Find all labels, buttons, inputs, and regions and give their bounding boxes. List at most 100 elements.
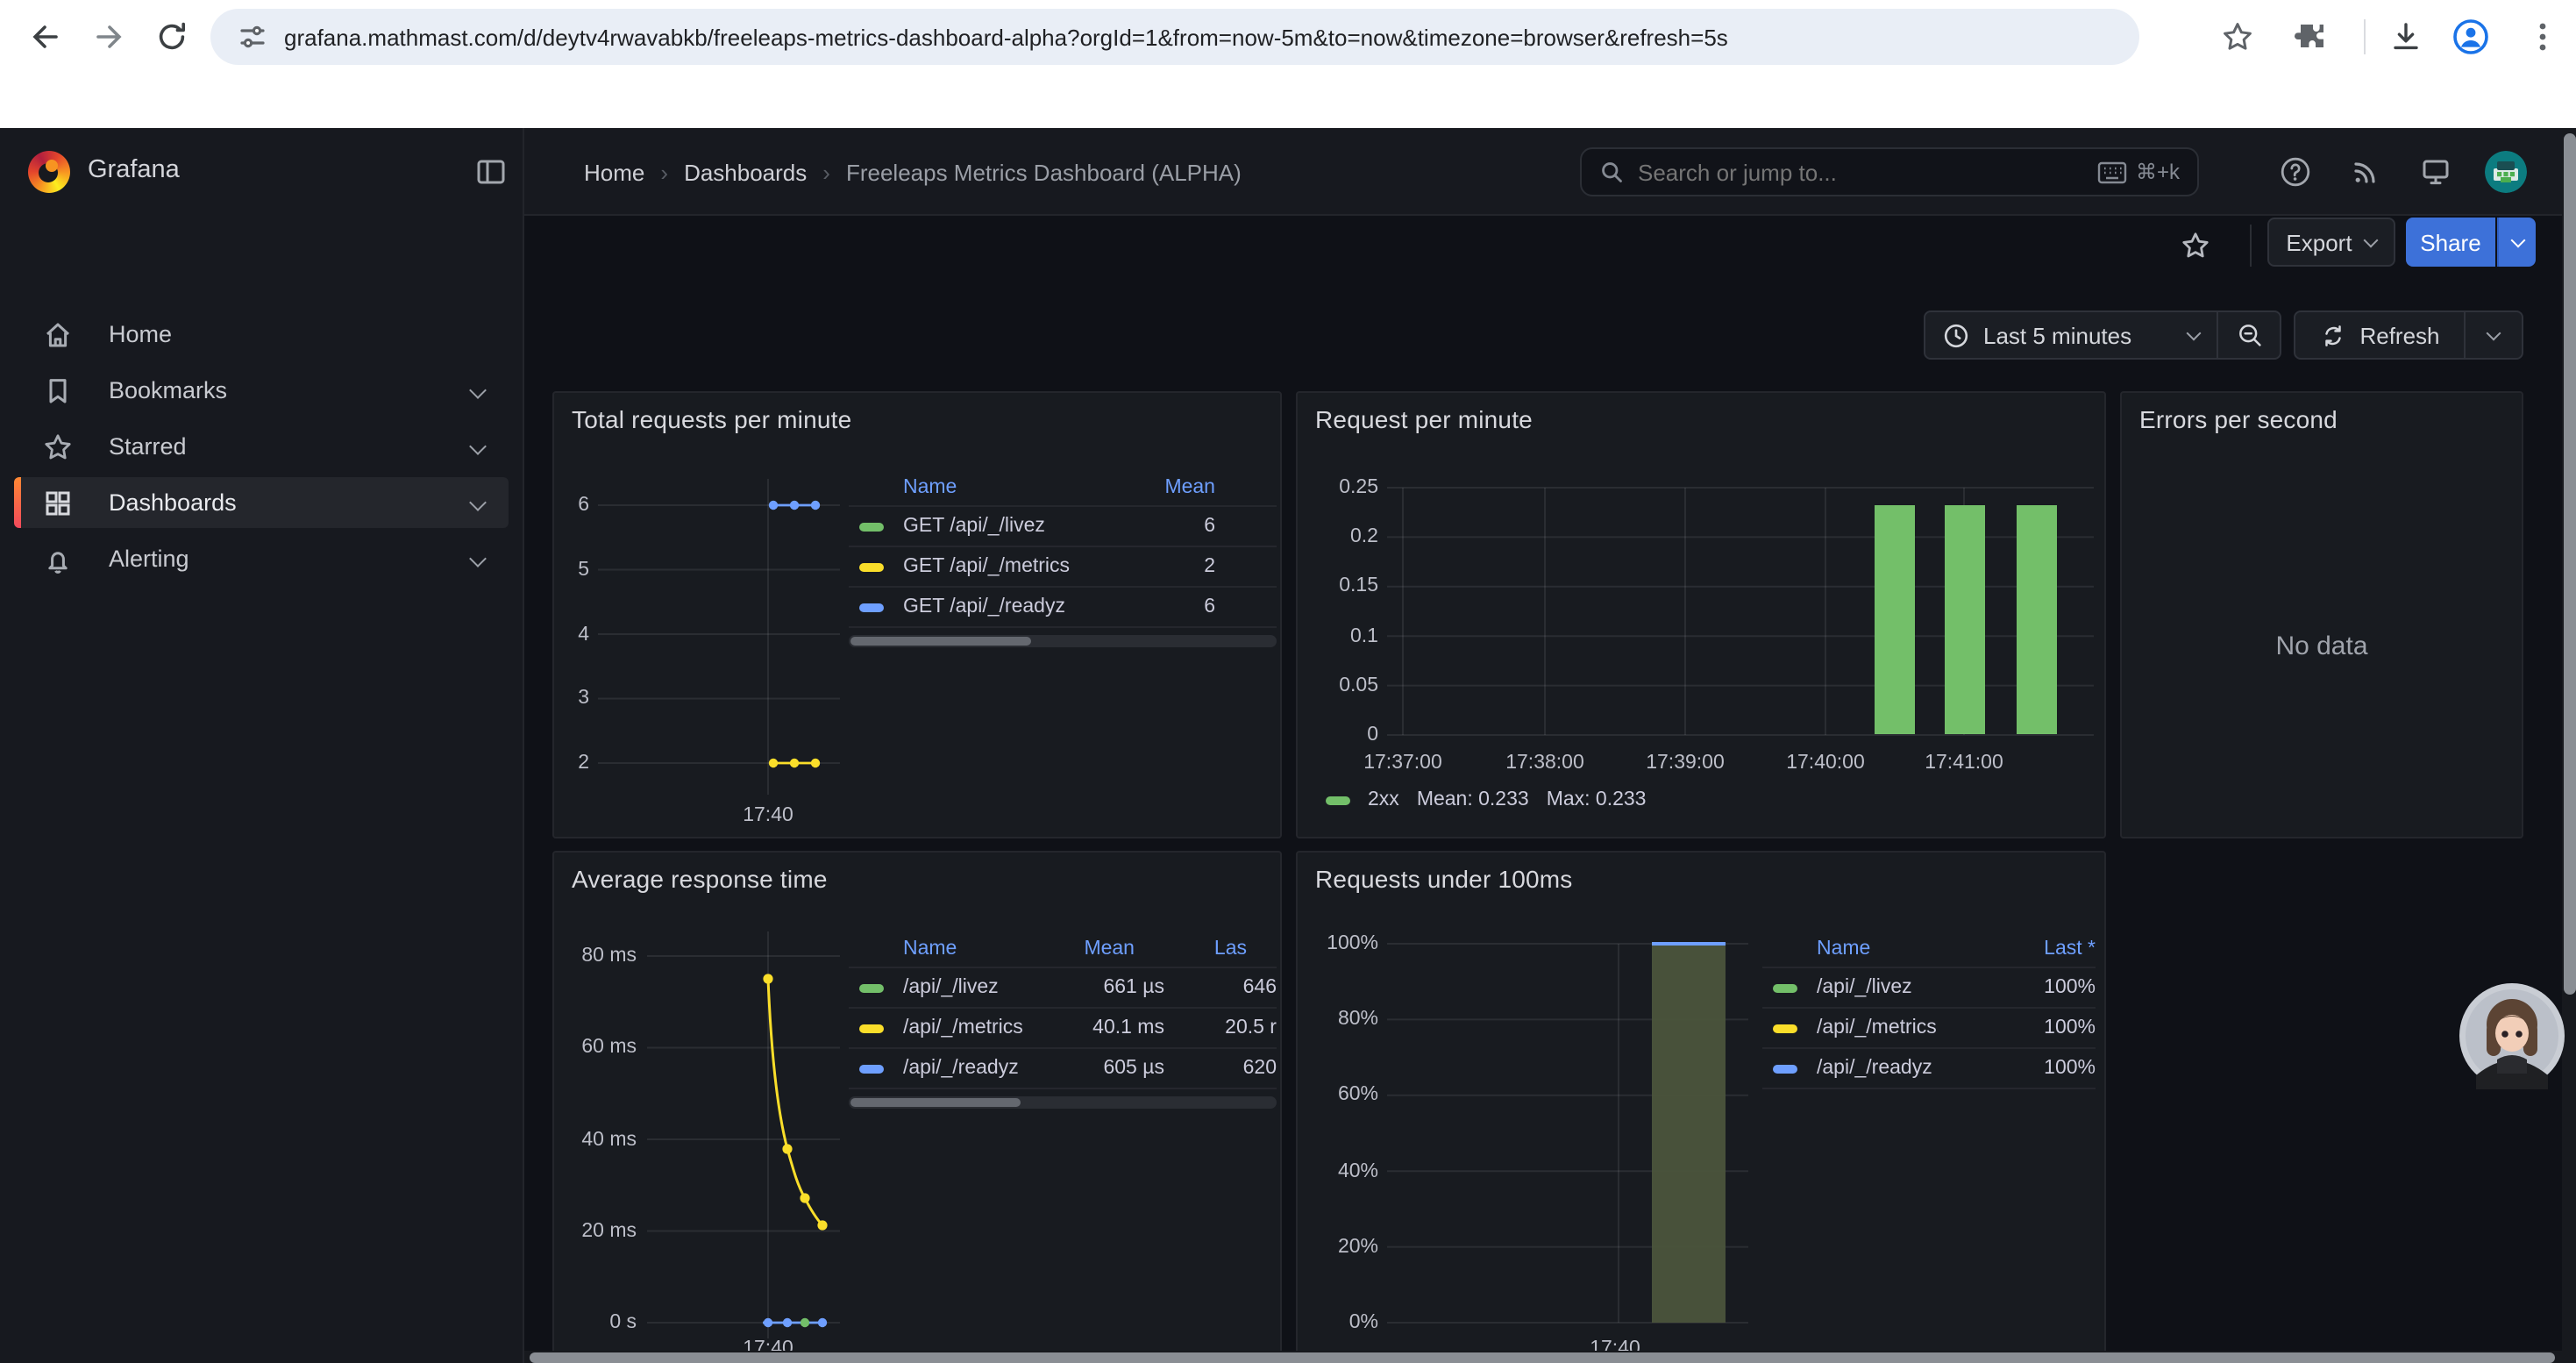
legend-col-last[interactable]: Last * [2011,938,2096,959]
panel-title[interactable]: Total requests per minute [572,405,851,433]
x-tick: 17:37:00 [1347,749,1459,777]
legend-col-last[interactable]: Las [1156,938,1247,959]
legend-col-mean[interactable]: Mean [1075,476,1215,497]
reload-icon[interactable] [154,19,189,54]
legend-row[interactable]: /api/_/readyz 100% [1762,1047,2096,1088]
breadcrumb-current: Freeleaps Metrics Dashboard (ALPHA) [846,159,1242,185]
sidebar-toggle-icon[interactable] [475,156,507,188]
zoom-out-button[interactable] [2218,310,2281,360]
legend-row[interactable]: /api/_/livez 661 µs 646 [849,967,1277,1007]
series-mean: 605 µs [1059,1058,1164,1079]
breadcrumb-home[interactable]: Home [584,159,644,185]
share-dropdown-button[interactable] [2497,218,2536,267]
legend-row[interactable]: /api/_/metrics 100% [1762,1007,2096,1047]
monitor-icon[interactable] [2420,156,2451,188]
chevron-down-icon [2510,232,2525,247]
screen: Freeleaps 收藏博客 Grafana Home › Dashboards… [0,0,2576,1363]
menu-dots-icon[interactable] [2525,19,2560,54]
y-tick: 100% [1308,930,1378,958]
y-tick: 60% [1308,1081,1378,1110]
help-icon[interactable] [2280,156,2311,188]
legend-scrollbar[interactable] [849,1096,1277,1109]
legend-row[interactable]: GET /api/_/metrics 2 [849,546,1277,586]
legend-row[interactable]: /api/_/livez 100% [1762,967,2096,1007]
url-bar[interactable] [210,9,2139,65]
chevron-down-icon[interactable] [469,438,487,455]
export-button[interactable]: Export [2267,218,2395,267]
chevron-down-icon[interactable] [469,494,487,511]
legend-row[interactable]: GET /api/_/livez 6 [849,505,1277,546]
y-tick: 20% [1308,1233,1378,1261]
series-last: 100% [2011,977,2096,998]
panel-errors-per-second: Errors per second No data [2120,391,2523,838]
sidebar-divider [523,128,524,1363]
panel-title[interactable]: Requests under 100ms [1315,865,1573,893]
extensions-icon[interactable] [2294,19,2329,54]
nav-divider [524,214,2576,216]
legend-header: Name Last * [1762,930,2096,967]
share-button[interactable]: Share [2406,218,2495,267]
panel-title[interactable]: Request per minute [1315,405,1533,433]
y-tick: 4 [554,620,589,648]
sidebar-item-home[interactable]: Home [14,309,509,360]
legend-col-name[interactable]: Name [1773,938,2011,959]
bookmark-star-icon[interactable] [2220,19,2255,54]
star-icon [42,431,74,462]
sidebar-item-bookmarks[interactable]: Bookmarks [14,365,509,416]
legend-row[interactable]: 2xx Mean: 0.233 Max: 0.233 [1326,789,1647,810]
y-tick: 0 [1308,721,1378,749]
grafana-logo[interactable] [28,151,70,193]
url-input[interactable] [284,24,2111,50]
legend-table: Name Mean GET /api/_/livez 6 GET /api/_/… [849,468,1277,647]
legend-row[interactable]: /api/_/readyz 605 µs 620 [849,1047,1277,1088]
sidebar-item-alerting[interactable]: Alerting [14,533,509,584]
download-icon[interactable] [2388,19,2423,54]
series-name: 2xx [1368,789,1399,810]
series-mean: 661 µs [1059,977,1164,998]
vertical-scrollbar-thumb[interactable] [2563,133,2575,995]
chevron-down-icon[interactable] [469,550,487,567]
y-tick: 0% [1308,1309,1378,1337]
news-rss-icon[interactable] [2350,156,2381,188]
search-box[interactable]: ⌘+k [1580,147,2199,196]
y-tick: 40 ms [554,1125,637,1153]
chevron-down-icon[interactable] [469,382,487,399]
y-tick: 0.15 [1308,573,1378,601]
refresh-interval-dropdown[interactable] [2466,310,2523,360]
legend-col-name[interactable]: Name [859,476,1075,497]
series-mean: 40.1 ms [1059,1017,1164,1038]
panel-title[interactable]: Average response time [572,865,828,893]
profile-icon[interactable] [2451,18,2490,56]
assistant-avatar[interactable] [2459,982,2565,1089]
series-last: 620 [1185,1058,1277,1079]
sidebar-item-label: Alerting [109,546,189,572]
user-avatar[interactable] [2485,151,2527,193]
back-icon[interactable] [28,19,63,54]
search-icon [1599,160,1624,184]
search-input[interactable] [1638,159,2083,185]
legend-scrollbar[interactable] [849,635,1277,647]
chevron-down-icon [2487,325,2501,340]
series-max: Max: 0.233 [1547,789,1647,810]
horizontal-scrollbar-thumb[interactable] [530,1352,2555,1362]
y-tick: 2 [554,749,589,777]
time-range-picker[interactable]: Last 5 minutes [1924,310,2218,360]
breadcrumb-dashboards[interactable]: Dashboards [684,159,807,185]
site-settings-icon[interactable] [238,23,267,51]
x-tick: 17:39:00 [1629,749,1741,777]
sidebar-item-dashboards[interactable]: Dashboards [14,477,509,528]
y-tick: 0.1 [1308,622,1378,650]
refresh-button[interactable]: Refresh [2294,310,2466,360]
panel-title[interactable]: Errors per second [2139,405,2338,433]
series-name: /api/_/metrics [1817,1017,2011,1038]
forward-icon[interactable] [91,19,126,54]
chevron-down-icon [2364,232,2379,247]
legend-row[interactable]: /api/_/metrics 40.1 ms 20.5 r [849,1007,1277,1047]
series-color-chip [1773,1024,1797,1032]
legend-row[interactable]: GET /api/_/readyz 6 [849,586,1277,626]
legend-col-mean[interactable]: Mean [1029,938,1135,959]
series-color-chip [859,522,884,531]
favorite-star-icon[interactable] [2180,230,2211,261]
legend-col-name[interactable]: Name [859,938,1029,959]
sidebar-item-starred[interactable]: Starred [14,421,509,472]
